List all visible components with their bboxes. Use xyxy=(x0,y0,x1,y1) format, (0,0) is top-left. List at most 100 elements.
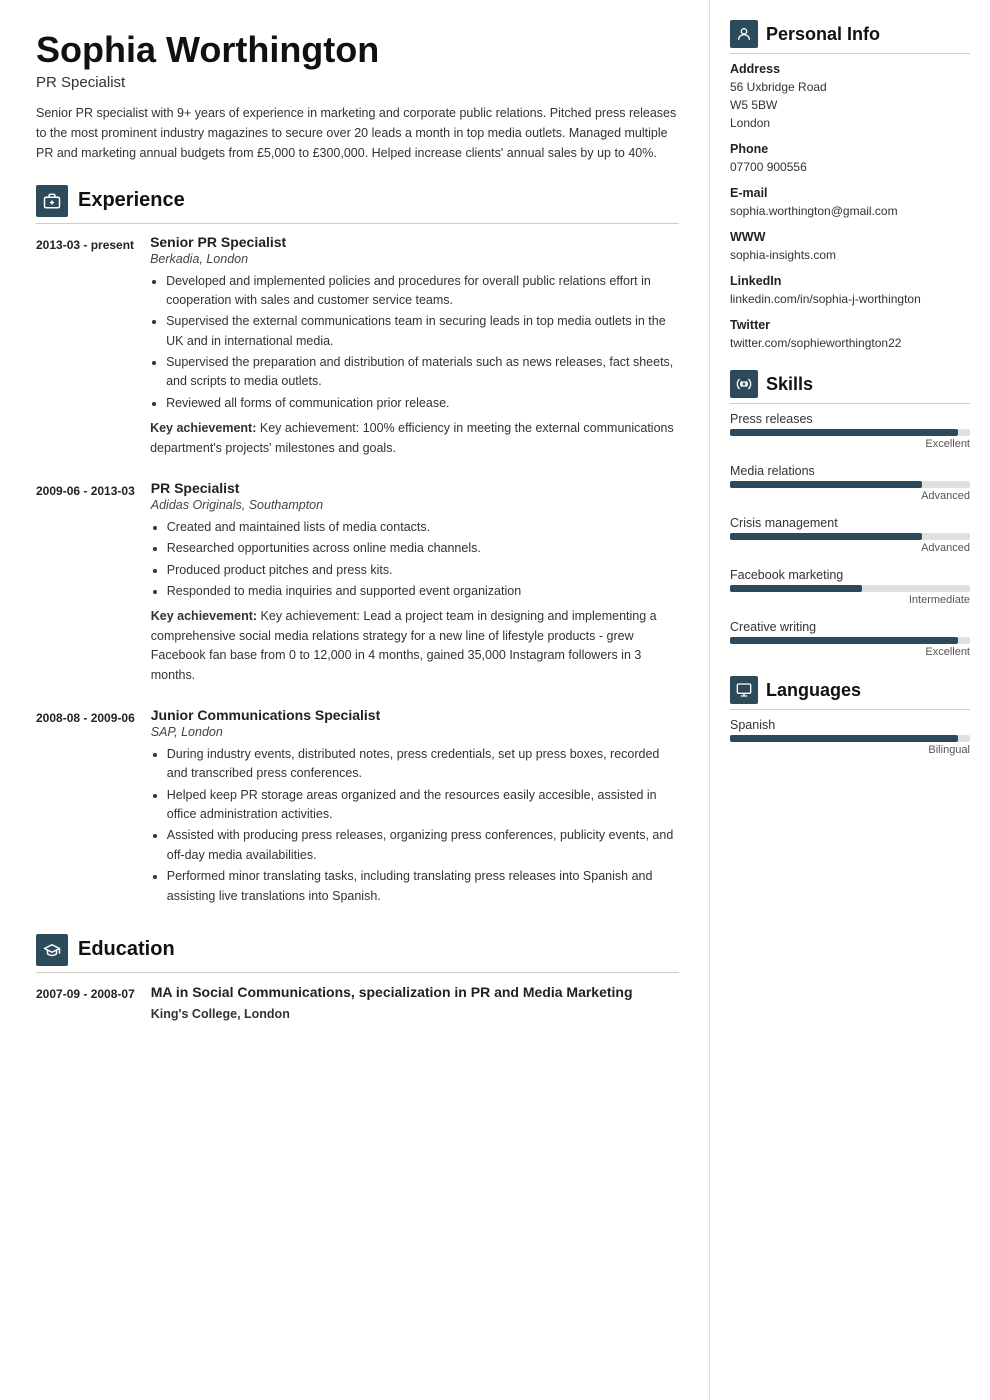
skill-name-0: Press releases xyxy=(730,412,970,426)
skill-media-relations: Media relations Advanced xyxy=(730,464,970,502)
personal-info-section: Personal Info Address 56 Uxbridge RoadW5… xyxy=(730,20,970,352)
skill-level-0: Excellent xyxy=(730,438,970,450)
exp-title-1: Senior PR Specialist xyxy=(150,234,679,250)
www-block: WWW sophia-insights.com xyxy=(730,230,970,264)
address-label: Address xyxy=(730,62,970,76)
exp-dates-3: 2008-08 - 2009-06 xyxy=(36,707,135,912)
address-value: 56 Uxbridge RoadW5 5BWLondon xyxy=(730,78,970,132)
exp-entry-2: 2009-06 - 2013-03 PR Specialist Adidas O… xyxy=(36,480,679,685)
exp-bullet: Assisted with producing press releases, … xyxy=(167,826,679,865)
skill-level-2: Advanced xyxy=(730,542,970,554)
exp-company-1: Berkadia, London xyxy=(150,252,679,266)
lang-spanish: Spanish Bilingual xyxy=(730,718,970,756)
exp-entry-1: 2013-03 - present Senior PR Specialist B… xyxy=(36,234,679,458)
exp-dates-2: 2009-06 - 2013-03 xyxy=(36,480,135,685)
exp-content-1: Senior PR Specialist Berkadia, London De… xyxy=(150,234,679,458)
exp-bullet: Developed and implemented policies and p… xyxy=(166,272,679,311)
lang-name-0: Spanish xyxy=(730,718,970,732)
candidate-title: PR Specialist xyxy=(36,74,679,91)
exp-title-2: PR Specialist xyxy=(151,480,679,496)
exp-bullets-3: During industry events, distributed note… xyxy=(167,745,679,906)
exp-content-2: PR Specialist Adidas Originals, Southamp… xyxy=(151,480,679,685)
email-label: E-mail xyxy=(730,186,970,200)
linkedin-label: LinkedIn xyxy=(730,274,970,288)
exp-company-2: Adidas Originals, Southampton xyxy=(151,498,679,512)
skills-header: Skills xyxy=(730,370,970,404)
exp-bullet: Produced product pitches and press kits. xyxy=(167,561,679,580)
skills-icon xyxy=(730,370,758,398)
exp-bullet: Created and maintained lists of media co… xyxy=(167,518,679,537)
edu-content-1: MA in Social Communications, specializat… xyxy=(151,983,633,1021)
exp-bullet: During industry events, distributed note… xyxy=(167,745,679,784)
skill-bar-fill-0 xyxy=(730,429,958,436)
edu-dates-1: 2007-09 - 2008-07 xyxy=(36,983,135,1021)
skill-bar-fill-4 xyxy=(730,637,958,644)
personal-info-header: Personal Info xyxy=(730,20,970,54)
page-wrapper: Sophia Worthington PR Specialist Senior … xyxy=(0,0,990,1400)
lang-bar-bg-0 xyxy=(730,735,970,742)
candidate-name: Sophia Worthington xyxy=(36,30,679,70)
linkedin-block: LinkedIn linkedin.com/in/sophia-j-worthi… xyxy=(730,274,970,308)
email-block: E-mail sophia.worthington@gmail.com xyxy=(730,186,970,220)
personal-info-icon xyxy=(730,20,758,48)
languages-header: Languages xyxy=(730,676,970,710)
education-list: 2007-09 - 2008-07 MA in Social Communica… xyxy=(36,983,679,1021)
exp-achievement-2: Key achievement: Key achievement: Lead a… xyxy=(151,607,679,685)
skill-level-1: Advanced xyxy=(730,490,970,502)
languages-heading: Languages xyxy=(766,680,861,701)
skill-press-releases: Press releases Excellent xyxy=(730,412,970,450)
exp-bullet: Researched opportunities across online m… xyxy=(167,539,679,558)
right-column: Personal Info Address 56 Uxbridge RoadW5… xyxy=(710,0,990,1400)
skill-name-2: Crisis management xyxy=(730,516,970,530)
linkedin-value: linkedin.com/in/sophia-j-worthington xyxy=(730,290,970,308)
experience-heading: Experience xyxy=(78,189,185,212)
skill-crisis-management: Crisis management Advanced xyxy=(730,516,970,554)
skill-bar-fill-1 xyxy=(730,481,922,488)
skill-bar-bg-2 xyxy=(730,533,970,540)
twitter-label: Twitter xyxy=(730,318,970,332)
exp-bullets-1: Developed and implemented policies and p… xyxy=(166,272,679,414)
languages-section: Languages Spanish Bilingual xyxy=(730,676,970,756)
www-label: WWW xyxy=(730,230,970,244)
twitter-value: twitter.com/sophieworthington22 xyxy=(730,334,970,352)
languages-icon xyxy=(730,676,758,704)
skill-bar-bg-4 xyxy=(730,637,970,644)
skill-bar-fill-2 xyxy=(730,533,922,540)
skill-level-4: Excellent xyxy=(730,646,970,658)
experience-list: 2013-03 - present Senior PR Specialist B… xyxy=(36,234,679,912)
skill-bar-fill-3 xyxy=(730,585,862,592)
twitter-block: Twitter twitter.com/sophieworthington22 xyxy=(730,318,970,352)
exp-bullet: Responded to media inquiries and support… xyxy=(167,582,679,601)
skill-name-3: Facebook marketing xyxy=(730,568,970,582)
skill-bar-bg-3 xyxy=(730,585,970,592)
skills-heading: Skills xyxy=(766,374,813,395)
email-value: sophia.worthington@gmail.com xyxy=(730,202,970,220)
lang-bar-fill-0 xyxy=(730,735,958,742)
skill-creative-writing: Creative writing Excellent xyxy=(730,620,970,658)
skills-section: Skills Press releases Excellent Media re… xyxy=(730,370,970,658)
skill-name-1: Media relations xyxy=(730,464,970,478)
www-value: sophia-insights.com xyxy=(730,246,970,264)
exp-company-3: SAP, London xyxy=(151,725,679,739)
exp-bullet: Supervised the preparation and distribut… xyxy=(166,353,679,392)
education-icon xyxy=(36,934,68,966)
exp-entry-3: 2008-08 - 2009-06 Junior Communications … xyxy=(36,707,679,912)
exp-bullet: Reviewed all forms of communication prio… xyxy=(166,394,679,413)
edu-school-1: King's College, London xyxy=(151,1007,633,1021)
skill-bar-bg-0 xyxy=(730,429,970,436)
candidate-summary: Senior PR specialist with 9+ years of ex… xyxy=(36,103,679,163)
exp-content-3: Junior Communications Specialist SAP, Lo… xyxy=(151,707,679,912)
skill-level-3: Intermediate xyxy=(730,594,970,606)
education-section-header: Education xyxy=(36,934,679,973)
experience-icon xyxy=(36,185,68,217)
left-column: Sophia Worthington PR Specialist Senior … xyxy=(0,0,710,1400)
exp-dates-1: 2013-03 - present xyxy=(36,234,134,458)
exp-achievement-1: Key achievement: Key achievement: 100% e… xyxy=(150,419,679,458)
phone-block: Phone 07700 900556 xyxy=(730,142,970,176)
phone-label: Phone xyxy=(730,142,970,156)
exp-bullet: Performed minor translating tasks, inclu… xyxy=(167,867,679,906)
personal-info-heading: Personal Info xyxy=(766,24,880,45)
exp-bullets-2: Created and maintained lists of media co… xyxy=(167,518,679,602)
exp-bullet: Helped keep PR storage areas organized a… xyxy=(167,786,679,825)
experience-section-header: Experience xyxy=(36,185,679,224)
